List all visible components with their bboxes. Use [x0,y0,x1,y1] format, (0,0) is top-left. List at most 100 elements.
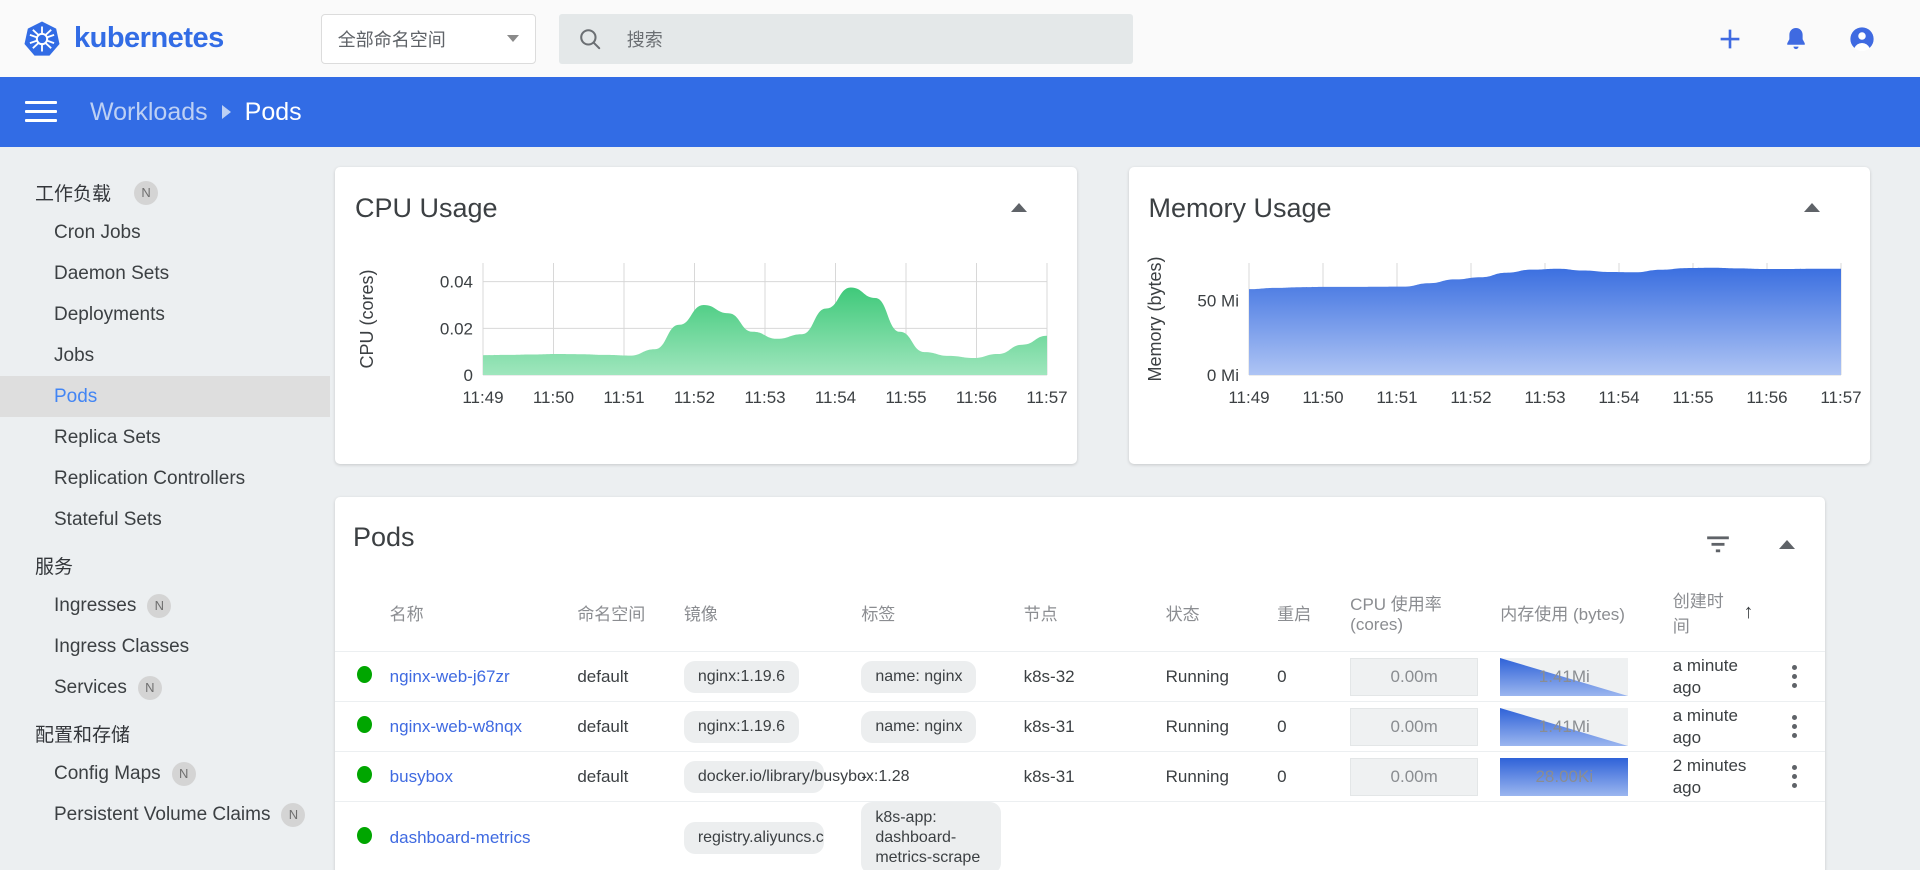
cell-node [1017,801,1160,870]
sidebar-item-label: Deployments [54,303,165,325]
svg-text:11:49: 11:49 [1228,388,1269,407]
status-dot-icon [357,765,372,783]
th-status[interactable]: 状态 [1159,577,1272,652]
cell-status: Running [1159,701,1272,752]
sidebar-item-replication-controllers[interactable]: Replication Controllers [0,458,330,499]
cell-image: nginx:1.19.6 [677,701,856,752]
sidebar-item-deployments[interactable]: Deployments [0,294,330,335]
filter-icon[interactable] [1705,533,1731,555]
cell-status-dot [335,651,384,702]
pods-table-body: nginx-web-j67zr default nginx:1.19.6 name: … [335,651,1825,870]
search-icon [579,28,600,49]
pods-card-title: Pods [353,522,415,552]
brand-logo-link[interactable]: kubernetes [22,19,224,59]
cell-name[interactable]: dashboard-metrics [383,801,572,870]
svg-text:11:53: 11:53 [744,388,785,407]
cell-restarts: 0 [1271,701,1345,752]
sidebar-item-cron-jobs[interactable]: Cron Jobs [0,212,330,253]
label-chip: k8s-app: dashboard-metrics-scrape [861,802,1002,870]
sidebar-group-label: 服务 [35,557,74,578]
cell-actions[interactable] [1764,801,1825,870]
breadcrumb-bar: Workloads Pods [0,77,1920,147]
sidebar-item-pods[interactable]: Pods [0,376,330,417]
cell-created-at [1666,801,1765,870]
cell-image: registry.aliyuncs.c [677,801,856,870]
topbar-actions [1715,24,1877,54]
sidebar-item-persistent-volume-claims[interactable]: Persistent Volume Claims N [0,794,330,835]
th-namespace[interactable]: 命名空间 [571,577,678,652]
label-chip: name: nginx [861,660,977,693]
namespaced-badge: N [137,675,162,700]
cell-memory-usage [1494,801,1667,870]
sidebar-item-stateful-sets[interactable]: Stateful Sets [0,499,330,540]
created-at-value: a minute ago [1672,706,1738,747]
pod-name-link[interactable]: nginx-web-j67zr [390,667,510,686]
svg-text:11:54: 11:54 [815,388,856,407]
svg-text:11:52: 11:52 [1450,388,1491,407]
cpu-usage-value: 0.00m [1390,716,1438,736]
th-restarts[interactable]: 重启 [1271,577,1345,652]
cell-created-at: 2 minutes ago [1666,751,1765,802]
menu-icon[interactable] [25,101,57,123]
sidebar-item-jobs[interactable]: Jobs [0,335,330,376]
th-image[interactable]: 镜像 [677,577,856,652]
pods-table-card: Pods 名称 命名空间 镜像 标签 节点 状态 重启 CPU 使用率 (cor… [335,497,1825,870]
pods-table-head: 名称 命名空间 镜像 标签 节点 状态 重启 CPU 使用率 (cores) 内… [335,577,1825,652]
th-cpu-usage[interactable]: CPU 使用率 (cores) [1344,577,1495,652]
svg-text:11:52: 11:52 [674,388,715,407]
collapse-arrow-icon[interactable] [1010,203,1027,212]
sidebar-item-daemon-sets[interactable]: Daemon Sets [0,253,330,294]
cpu-usage-value: 0.00m [1390,766,1438,786]
th-node[interactable]: 节点 [1017,577,1160,652]
sidebar-item-services[interactable]: Services N [0,667,330,708]
sidebar-item-ingresses[interactable]: Ingresses N [0,585,330,626]
cell-namespace: default [571,701,678,752]
collapse-arrow-icon[interactable] [1804,203,1820,212]
cell-actions[interactable] [1764,651,1825,702]
th-name[interactable]: 名称 [383,577,572,652]
sidebar-item-config-maps[interactable]: Config Maps N [0,753,330,794]
sidebar-item-replica-sets[interactable]: Replica Sets [0,417,330,458]
cell-name[interactable]: nginx-web-w8nqx [383,701,572,752]
row-menu-icon[interactable] [1770,765,1819,788]
th-memory-usage[interactable]: 内存使用 (bytes) [1494,577,1667,652]
namespace-selected-label: 全部命名空间 [337,29,446,50]
breadcrumb-current: Pods [244,97,302,126]
row-menu-icon[interactable] [1770,665,1819,688]
cell-name[interactable]: busybox [383,751,572,802]
breadcrumb-parent[interactable]: Workloads [90,98,208,127]
th-created-at[interactable]: 创建时间 ↑ [1666,577,1765,652]
sidebar-item-ingress-classes[interactable]: Ingress Classes [0,626,330,667]
cell-name[interactable]: nginx-web-j67zr [383,651,572,702]
created-at-value: 2 minutes ago [1672,756,1747,797]
pod-name-link[interactable]: dashboard-metrics [390,828,531,847]
table-row[interactable]: dashboard-metrics registry.aliyuncs.c k8s-… [335,801,1825,870]
row-menu-icon[interactable] [1770,715,1819,738]
cell-created-at: a minute ago [1666,651,1765,702]
pods-table: 名称 命名空间 镜像 标签 节点 状态 重启 CPU 使用率 (cores) 内… [335,577,1825,870]
svg-text:Memory (bytes): Memory (bytes) [1145,256,1165,381]
cell-actions[interactable] [1764,751,1825,802]
svg-text:11:57: 11:57 [1820,388,1861,407]
plus-icon[interactable] [1715,24,1745,54]
pod-name-link[interactable]: nginx-web-w8nqx [390,717,522,736]
svg-text:11:51: 11:51 [603,388,644,407]
th-labels[interactable]: 标签 [855,577,1018,652]
namespace-selector[interactable]: 全部命名空间 [320,13,536,64]
table-row[interactable]: nginx-web-w8nqx default nginx:1.19.6 name: … [335,701,1825,752]
svg-text:11:50: 11:50 [533,388,574,407]
cpu-usage-value: 0.00m [1390,666,1438,686]
svg-text:0.02: 0.02 [440,319,473,338]
cell-memory-usage: 1.41Mi [1494,701,1667,752]
search-input[interactable]: 搜索 [558,13,1133,64]
collapse-arrow-icon[interactable] [1779,539,1795,549]
namespaced-badge: N [171,761,196,786]
account-icon[interactable] [1847,24,1877,54]
cpu-chart-title: CPU Usage [355,193,498,223]
cell-actions[interactable] [1764,701,1825,752]
pod-name-link[interactable]: busybox [390,767,453,786]
table-row[interactable]: busybox default docker.io/library/busybox:… [335,751,1825,802]
bell-icon[interactable] [1781,24,1811,54]
table-row[interactable]: nginx-web-j67zr default nginx:1.19.6 name: … [335,651,1825,702]
cell-node: k8s-31 [1017,751,1160,802]
